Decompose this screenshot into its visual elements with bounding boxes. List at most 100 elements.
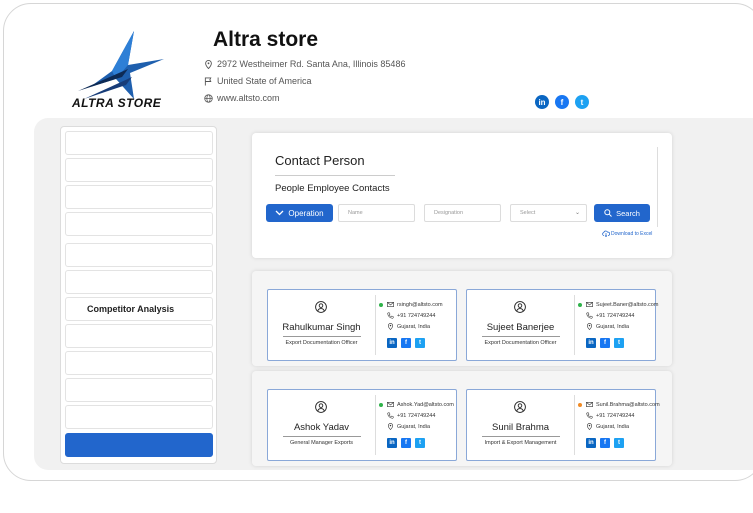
contact-phone[interactable]: +91 724749244 <box>586 412 634 419</box>
sidebar-item[interactable] <box>65 378 213 402</box>
twitter-icon[interactable]: t <box>614 338 624 348</box>
contact-role: Export Documentation Officer <box>484 340 557 346</box>
website-line[interactable]: www.altsto.com <box>204 93 280 103</box>
phone-text: +91 724749244 <box>397 412 436 419</box>
designation-field[interactable]: Designation <box>424 204 501 222</box>
contact-panel-subtitle: People Employee Contacts <box>275 183 390 194</box>
facebook-icon[interactable]: f <box>401 338 411 348</box>
sidebar-item[interactable] <box>65 131 213 155</box>
email-text: Sujeet.Baner@altsto.com <box>596 301 659 308</box>
name-divider <box>482 336 560 337</box>
status-dot <box>379 303 383 307</box>
contact-name: Rahulkumar Singh <box>282 322 361 333</box>
facebook-icon[interactable]: f <box>555 95 569 109</box>
linkedin-icon[interactable]: in <box>387 338 397 348</box>
contact-card-row: Rahulkumar Singh Export Documentation Of… <box>252 271 672 366</box>
contact-card[interactable]: Sujeet Banerjee Export Documentation Off… <box>466 289 658 361</box>
sidebar-item[interactable] <box>65 324 213 348</box>
sidebar-item[interactable] <box>65 405 213 429</box>
status-dot <box>379 403 383 407</box>
linkedin-icon[interactable]: in <box>586 338 596 348</box>
card-divider <box>375 395 376 455</box>
name-divider <box>482 436 560 437</box>
contact-role: Export Documentation Officer <box>285 340 358 346</box>
contact-phone[interactable]: +91 724749244 <box>387 312 435 319</box>
card-socials: in f t <box>387 438 425 448</box>
store-title: Altra store <box>213 28 319 51</box>
contact-role: General Manager Exports <box>290 440 353 446</box>
mail-icon <box>586 402 593 407</box>
cloud-download-icon <box>602 230 610 237</box>
linkedin-icon[interactable]: in <box>586 438 596 448</box>
contact-location: Gujarat, India <box>586 323 629 330</box>
contact-name: Sujeet Banerjee <box>486 322 555 333</box>
card-socials: in f t <box>387 338 425 348</box>
facebook-icon[interactable]: f <box>600 438 610 448</box>
logo-text: ALTRA STORE <box>72 96 162 110</box>
twitter-icon[interactable]: t <box>415 338 425 348</box>
chevron-down-icon: ⌄ <box>574 210 580 216</box>
location-pin-icon <box>388 323 393 330</box>
address-text: 2972 Westheimer Rd. Santa Ana, Illinois … <box>217 59 406 69</box>
operation-button[interactable]: Operation <box>266 204 333 222</box>
header-socials: in f t <box>535 95 589 109</box>
phone-icon <box>586 412 593 419</box>
phone-text: +91 724749244 <box>596 312 635 319</box>
user-avatar-icon <box>315 401 327 413</box>
contact-card[interactable]: Sunil Brahma Import & Export Management … <box>466 389 660 461</box>
search-button[interactable]: Search <box>594 204 650 222</box>
website-link[interactable]: www.altsto.com <box>217 93 280 103</box>
facebook-icon[interactable]: f <box>600 338 610 348</box>
sidebar-item-active[interactable] <box>65 433 213 457</box>
user-avatar-icon <box>514 401 526 413</box>
country-line: United State of America <box>204 76 312 86</box>
sidebar-item[interactable] <box>65 212 213 236</box>
contact-email[interactable]: rsingh@altsto.com <box>387 301 443 308</box>
twitter-icon[interactable]: t <box>415 438 425 448</box>
sidebar-item[interactable] <box>65 270 213 294</box>
phone-icon <box>586 312 593 319</box>
contact-email[interactable]: Ashok.Yad@altsto.com <box>387 401 454 408</box>
linkedin-icon[interactable]: in <box>535 95 549 109</box>
contact-location: Gujarat, India <box>387 323 430 330</box>
location-pin-icon <box>388 423 393 430</box>
status-dot <box>578 303 582 307</box>
sidebar-item[interactable] <box>65 185 213 209</box>
name-field[interactable]: Name <box>338 204 415 222</box>
location-text: Gujarat, India <box>397 423 431 430</box>
contact-card[interactable]: Rahulkumar Singh Export Documentation Of… <box>267 289 457 361</box>
flag-icon <box>204 76 212 86</box>
name-divider <box>283 336 361 337</box>
download-excel-link[interactable]: Download to Excel <box>602 230 652 237</box>
sidebar-item[interactable] <box>65 158 213 182</box>
chevron-down-icon <box>275 210 284 216</box>
facebook-icon[interactable]: f <box>401 438 411 448</box>
country-text: United State of America <box>217 76 312 86</box>
select-dropdown[interactable]: Select ⌄ <box>510 204 587 222</box>
sidebar-item-competitor-analysis[interactable]: Competitor Analysis <box>65 297 213 321</box>
twitter-icon[interactable]: t <box>575 95 589 109</box>
twitter-icon[interactable]: t <box>614 438 624 448</box>
contact-phone[interactable]: +91 724749244 <box>387 412 435 419</box>
linkedin-icon[interactable]: in <box>387 438 397 448</box>
mail-icon <box>387 302 394 307</box>
contact-email[interactable]: Sunil.Brahma@altsto.com <box>586 401 660 408</box>
sidebar-item[interactable] <box>65 243 213 267</box>
address-line: 2972 Westheimer Rd. Santa Ana, Illinois … <box>204 59 405 69</box>
contact-name: Sunil Brahma <box>491 422 550 433</box>
location-pin-icon <box>205 59 212 69</box>
location-text: Gujarat, India <box>596 423 630 430</box>
contact-email[interactable]: Sujeet.Baner@altsto.com <box>586 301 658 308</box>
contact-phone[interactable]: +91 724749244 <box>586 312 634 319</box>
name-divider <box>283 436 361 437</box>
card-socials: in f t <box>586 338 624 348</box>
panel-divider <box>657 147 658 227</box>
phone-icon <box>387 312 394 319</box>
contact-card-row: Ashok Yadav General Manager Exports Asho… <box>252 371 672 466</box>
title-divider <box>275 175 395 176</box>
contact-card[interactable]: Ashok Yadav General Manager Exports Asho… <box>267 389 457 461</box>
contact-role: Import & Export Management <box>484 440 557 446</box>
card-socials: in f t <box>586 438 624 448</box>
download-label: Download to Excel <box>611 230 653 237</box>
sidebar-item[interactable] <box>65 351 213 375</box>
